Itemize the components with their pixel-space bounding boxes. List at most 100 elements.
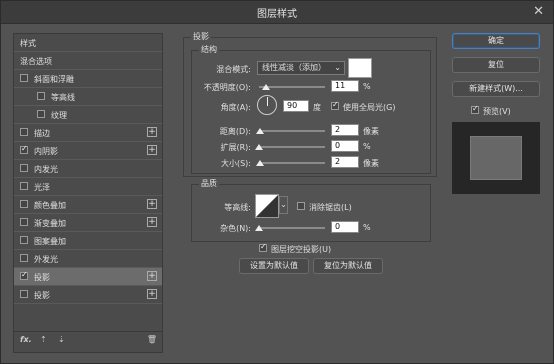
style-list-item[interactable]: 图案叠加 xyxy=(14,232,162,250)
style-list-item[interactable]: 样式 xyxy=(14,34,162,52)
style-preview-box xyxy=(452,122,540,194)
styles-list-panel: 样式混合选项斜面和浮雕等高线纹理描边 + 内阴影 + 内发光光泽颜色叠加 + 渐变叠加 + 图案… xyxy=(13,33,163,353)
style-list-item-label: 光泽 xyxy=(34,183,50,192)
style-list-item[interactable]: 投影 + xyxy=(14,268,162,286)
style-checkbox[interactable] xyxy=(37,92,45,100)
add-style-icon[interactable]: + xyxy=(147,145,157,155)
fx-icon[interactable]: fx. xyxy=(20,335,32,344)
contour-preview[interactable] xyxy=(255,194,279,218)
reset-button[interactable]: 复位 xyxy=(452,57,540,73)
size-slider-thumb[interactable] xyxy=(256,160,265,166)
style-list-item-label: 投影 xyxy=(34,273,50,282)
style-list-item[interactable]: 内发光 xyxy=(14,160,162,178)
distance-slider-thumb[interactable] xyxy=(256,128,265,134)
size-slider[interactable] xyxy=(259,162,325,164)
style-list-item-label: 混合选项 xyxy=(20,57,52,66)
style-checkbox[interactable] xyxy=(20,270,28,280)
spread-input[interactable]: 0 xyxy=(331,140,359,152)
size-unit: 像素 xyxy=(363,159,379,168)
styles-list-footer: fx. ⇡ ⇣ 🗑 xyxy=(14,331,162,352)
style-checkbox[interactable] xyxy=(20,164,28,172)
new-style-button[interactable]: 新建样式(W)... xyxy=(452,81,540,97)
add-style-icon[interactable]: + xyxy=(147,199,157,209)
style-checkbox[interactable] xyxy=(37,110,45,118)
noise-slider[interactable] xyxy=(259,227,325,229)
style-list-item-label: 渐变叠加 xyxy=(34,219,66,228)
style-list-item-label: 等高线 xyxy=(51,93,75,102)
angle-needle xyxy=(267,97,268,106)
distance-input[interactable]: 2 xyxy=(331,124,359,136)
style-checkbox[interactable] xyxy=(20,182,28,190)
add-style-icon[interactable]: + xyxy=(147,217,157,227)
contour-label: 等高线: xyxy=(224,203,251,212)
contour-curve-icon xyxy=(256,195,278,217)
knockout-checkbox[interactable] xyxy=(259,242,267,252)
style-list-item[interactable]: 光泽 xyxy=(14,178,162,196)
blend-mode-select[interactable]: 线性减淡（添加） ⌄ xyxy=(257,61,345,75)
size-input[interactable]: 2 xyxy=(331,156,359,168)
angle-input[interactable]: 90 xyxy=(283,100,309,112)
add-style-icon[interactable]: + xyxy=(147,271,157,281)
opacity-label: 不透明度(O): xyxy=(203,83,251,92)
shadow-color-swatch[interactable] xyxy=(348,58,372,78)
global-light-checkbox[interactable] xyxy=(331,100,339,110)
preview-checkbox[interactable] xyxy=(471,104,479,114)
style-checkbox[interactable] xyxy=(20,74,28,82)
noise-label: 杂色(N): xyxy=(220,224,251,233)
style-list-item[interactable]: 纹理 xyxy=(14,106,162,124)
style-list-item[interactable]: 渐变叠加 + xyxy=(14,214,162,232)
style-list-item[interactable]: 颜色叠加 + xyxy=(14,196,162,214)
move-down-icon[interactable]: ⇣ xyxy=(58,335,65,344)
style-checkbox[interactable] xyxy=(20,218,28,226)
add-style-icon[interactable]: + xyxy=(147,289,157,299)
style-list-item-label: 外发光 xyxy=(34,255,58,264)
drop-shadow-title: 投影 xyxy=(191,31,211,42)
quality-title: 品质 xyxy=(199,178,219,189)
style-list-item[interactable]: 投影 + xyxy=(14,286,162,304)
style-list-item[interactable]: 描边 + xyxy=(14,124,162,142)
distance-unit: 像素 xyxy=(363,127,379,136)
blend-mode-label: 混合模式: xyxy=(216,65,251,74)
style-list-item-label: 内阴影 xyxy=(34,147,58,156)
distance-label: 距离(D): xyxy=(219,127,251,136)
preview-label: 预览(V) xyxy=(483,107,511,116)
noise-slider-thumb[interactable] xyxy=(255,225,263,231)
style-list-item-label: 描边 xyxy=(34,129,50,138)
style-checkbox[interactable] xyxy=(20,144,28,154)
style-checkbox[interactable] xyxy=(20,128,28,136)
style-list-item[interactable]: 内阴影 + xyxy=(14,142,162,160)
dialog-title: 图层样式 xyxy=(257,9,297,20)
spread-slider[interactable] xyxy=(259,146,325,148)
style-checkbox[interactable] xyxy=(20,290,28,298)
close-icon[interactable]: ✕ xyxy=(533,4,544,19)
reset-default-button[interactable]: 复位为默认值 xyxy=(313,258,383,274)
trash-icon[interactable]: 🗑 xyxy=(147,335,157,344)
ok-button[interactable]: 确定 xyxy=(452,33,540,49)
angle-dial[interactable] xyxy=(257,95,277,115)
blend-mode-value: 线性减淡（添加） xyxy=(262,63,326,72)
style-list-item-label: 样式 xyxy=(20,39,36,48)
opacity-input[interactable]: 11 xyxy=(331,80,359,92)
style-list-item-label: 斜面和浮雕 xyxy=(34,75,74,84)
style-checkbox[interactable] xyxy=(20,236,28,244)
style-list-item[interactable]: 混合选项 xyxy=(14,52,162,70)
spread-slider-thumb[interactable] xyxy=(255,144,263,150)
style-list-item[interactable]: 外发光 xyxy=(14,250,162,268)
noise-unit: % xyxy=(363,223,371,232)
chevron-down-icon: ⌄ xyxy=(334,63,341,72)
make-default-button[interactable]: 设置为默认值 xyxy=(239,258,309,274)
style-checkbox[interactable] xyxy=(20,200,28,208)
antialias-checkbox[interactable] xyxy=(297,202,305,210)
add-style-icon[interactable]: + xyxy=(147,127,157,137)
opacity-slider-thumb[interactable] xyxy=(262,84,271,90)
style-list-item[interactable]: 斜面和浮雕 xyxy=(14,70,162,88)
contour-dropdown-icon[interactable]: ⌄ xyxy=(279,196,288,214)
distance-slider[interactable] xyxy=(259,130,325,132)
style-preview-sample xyxy=(470,136,522,180)
move-up-icon[interactable]: ⇡ xyxy=(40,335,47,344)
style-list-item[interactable]: 等高线 xyxy=(14,88,162,106)
style-checkbox[interactable] xyxy=(20,254,28,262)
style-list-item-label: 纹理 xyxy=(51,111,67,120)
title-bar: 图层样式 ✕ xyxy=(1,1,553,24)
noise-input[interactable]: 0 xyxy=(331,221,359,233)
